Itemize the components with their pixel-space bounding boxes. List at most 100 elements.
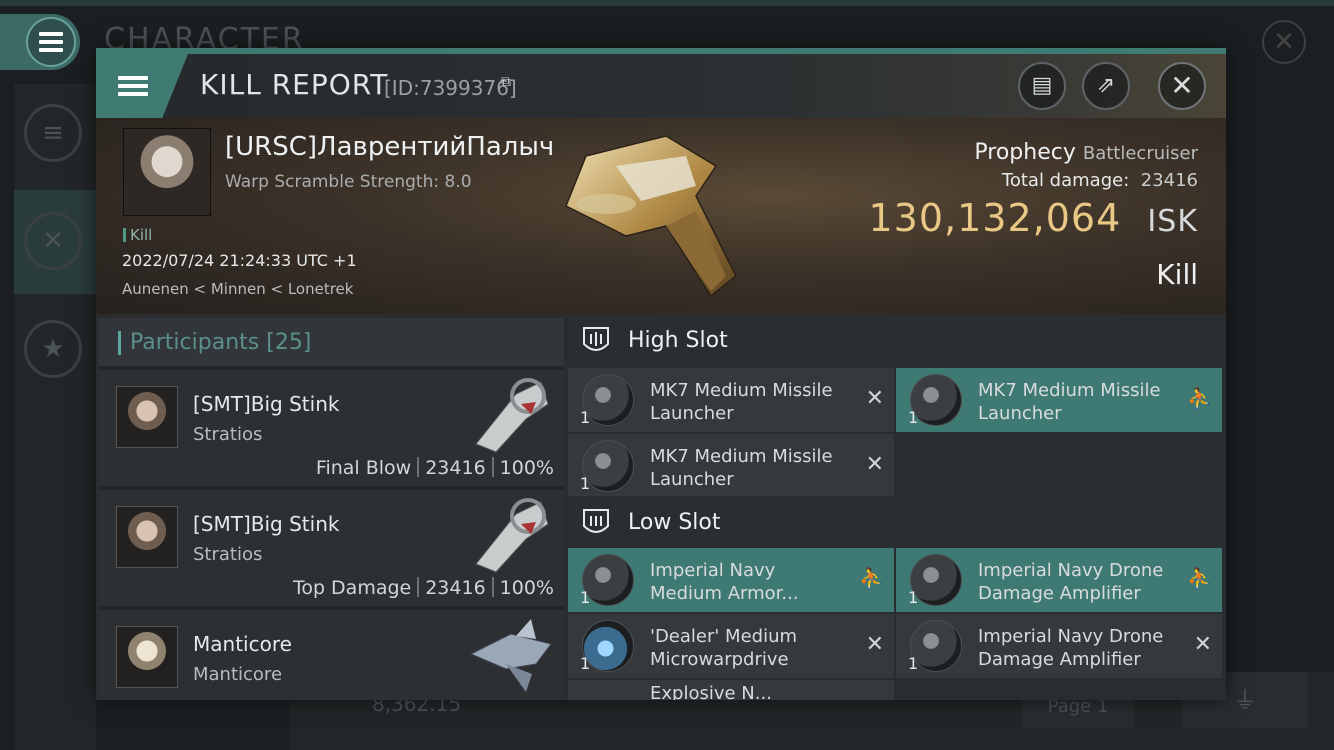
item-name-line1: 'Dealer' Medium	[650, 626, 798, 647]
total-damage-value: 23416	[1140, 170, 1198, 191]
top-accent-line	[0, 0, 1334, 6]
item-name-line2: Damage Amplifier	[978, 583, 1141, 604]
item-quantity: 1	[580, 474, 591, 493]
victim-ship-image[interactable]	[546, 126, 756, 306]
item-name-line2: Microwarpdrive	[650, 649, 789, 670]
participant-portrait[interactable]	[116, 506, 178, 568]
item-name-line2: Medium Armor...	[650, 583, 799, 604]
fitting-item[interactable]: 1 MK7 Medium Missile Launcher ✕	[568, 434, 894, 498]
item-name-partial: Explosive N...	[650, 683, 772, 700]
participant-role: Final Blow	[315, 457, 412, 479]
dropped-person-icon: ⛹	[1187, 566, 1212, 590]
participant-ship: Stratios	[193, 544, 263, 565]
victim-banner: [URSC]ЛаврентийПалыч Warp Scramble Stren…	[96, 118, 1226, 314]
participant-portrait[interactable]	[116, 626, 178, 688]
item-name: Imperial Navy Drone Damage Amplifier	[978, 559, 1178, 605]
low-slot-icon	[583, 509, 609, 533]
ship-class: Battlecruiser	[1082, 143, 1198, 164]
warp-scramble-strength: Warp Scramble Strength: 8.0	[225, 172, 472, 192]
isk-value: 130,132,064 ISK	[869, 196, 1199, 240]
clipboard-icon[interactable]: ▤	[1018, 62, 1066, 110]
participant-ship: Stratios	[193, 424, 263, 445]
item-name: 'Dealer' Medium Microwarpdrive	[650, 625, 850, 671]
low-slot-header: Low Slot	[568, 496, 1224, 548]
participant-ship-image[interactable]	[466, 374, 556, 454]
participant-role: Top Damage	[292, 577, 412, 599]
destroyed-icon: ✕	[865, 386, 884, 411]
item-name-line2: Damage Amplifier	[978, 649, 1141, 670]
kill-datetime: 2022/07/24 21:24:33 UTC +1	[122, 251, 357, 270]
participant-ship-image[interactable]	[466, 614, 556, 694]
isk-amount: 130,132,064	[868, 196, 1122, 240]
participant-ship: Manticore	[193, 664, 283, 685]
fitting-item-partial[interactable]: Explosive N...	[568, 680, 894, 700]
external-link-icon[interactable]: ⇗	[1082, 62, 1130, 110]
item-name-line1: MK7 Medium Missile	[978, 380, 1161, 401]
destroyed-icon: ✕	[865, 452, 884, 477]
bg-sidebar	[14, 84, 96, 750]
item-name-line1: MK7 Medium Missile	[650, 446, 833, 467]
fitting-item[interactable]: 1 'Dealer' Medium Microwarpdrive ✕	[568, 614, 894, 678]
item-name: Imperial Navy Medium Armor...	[650, 559, 850, 605]
participant-stats: Final Blow 23416 100%	[316, 457, 554, 479]
kill-tag: Kill	[123, 226, 152, 244]
dropped-person-icon: ⛹	[859, 566, 884, 590]
fitting-panel: High Slot 1 MK7 Medium Missile Launcher ✕…	[568, 314, 1224, 700]
kill-location[interactable]: Aunenen < Minnen < Lonetrek	[122, 280, 353, 298]
participants-count: [25]	[266, 330, 312, 355]
participants-title: Participants [25]	[130, 330, 311, 355]
participant-damage: 23416	[425, 457, 486, 479]
participants-panel: Participants [25] [SMT]Big Stink Stratio…	[98, 318, 564, 700]
kill-tag-label: Kill	[130, 226, 153, 244]
close-icon[interactable]: ✕	[1158, 62, 1206, 110]
fitting-item[interactable]: 1 Imperial Navy Medium Armor... ⛹	[568, 548, 894, 612]
item-name: MK7 Medium Missile Launcher	[650, 445, 850, 491]
item-name-line1: MK7 Medium Missile	[650, 380, 833, 401]
dialog-title: KILL REPORT	[200, 68, 389, 101]
fitting-item[interactable]: 1 MK7 Medium Missile Launcher ✕	[568, 368, 894, 432]
item-name: Imperial Navy Drone Damage Amplifier	[978, 625, 1178, 671]
participant-portrait[interactable]	[116, 386, 178, 448]
fitting-item[interactable]: 1 Imperial Navy Drone Damage Amplifier ⛹	[896, 548, 1222, 612]
high-slot-icon	[583, 327, 609, 351]
fitting-item[interactable]: 1 Imperial Navy Drone Damage Amplifier ✕	[896, 614, 1222, 678]
kill-result: Kill	[1156, 258, 1198, 291]
high-slot-header: High Slot	[568, 314, 1224, 366]
fitting-item[interactable]: 1 MK7 Medium Missile Launcher ⛹	[896, 368, 1222, 432]
ship-name-text: Prophecy	[974, 140, 1076, 165]
bg-menu-button[interactable]	[0, 14, 80, 70]
item-name: MK7 Medium Missile Launcher	[650, 379, 850, 425]
hamburger-icon	[118, 72, 148, 100]
copy-icon[interactable]: ⧉	[496, 72, 516, 92]
star-icon[interactable]: ★	[24, 320, 82, 378]
crossed-swords-icon[interactable]: ✕	[24, 212, 82, 270]
destroyed-icon: ✕	[865, 632, 884, 657]
participant-row[interactable]: [SMT]Big Stink Stratios Top Damage 23416 1…	[98, 490, 564, 606]
participant-stats: Top Damage 23416 100%	[293, 577, 554, 599]
participant-row[interactable]: [SMT]Big Stink Stratios Final Blow 23416 1…	[98, 370, 564, 486]
participant-name[interactable]: [SMT]Big Stink	[193, 392, 339, 416]
total-damage-label: Total damage:	[1001, 170, 1130, 191]
bg-close-icon[interactable]: ✕	[1262, 20, 1306, 64]
item-name-line1: Imperial Navy	[650, 560, 776, 581]
ship-name[interactable]: Prophecy Battlecruiser	[974, 140, 1198, 165]
item-quantity: 1	[580, 588, 591, 607]
item-quantity: 1	[580, 654, 591, 673]
participant-damage: 23416	[425, 577, 486, 599]
participants-header[interactable]: Participants [25]	[98, 318, 564, 366]
victim-name[interactable]: [URSC]ЛаврентийПалыч	[225, 132, 554, 162]
participant-percent: 100%	[499, 577, 554, 599]
item-name-line1: Imperial Navy Drone	[978, 626, 1164, 647]
participant-name[interactable]: [SMT]Big Stink	[193, 512, 339, 536]
item-name-line2: Launcher	[650, 469, 734, 490]
participant-ship-image[interactable]	[466, 494, 556, 574]
item-quantity: 1	[908, 408, 919, 427]
participant-name[interactable]: Manticore	[193, 632, 292, 656]
list-icon[interactable]: ≡	[24, 104, 82, 162]
participant-row[interactable]: Manticore Manticore	[98, 610, 564, 700]
kill-report-dialog: KILL REPORT [ID:7399376] ⧉ ▤ ⇗ ✕ [URSC]Л…	[96, 48, 1226, 700]
participant-percent: 100%	[499, 457, 554, 479]
victim-portrait[interactable]	[123, 128, 211, 216]
item-quantity: 1	[908, 654, 919, 673]
participants-label: Participants	[130, 330, 260, 355]
